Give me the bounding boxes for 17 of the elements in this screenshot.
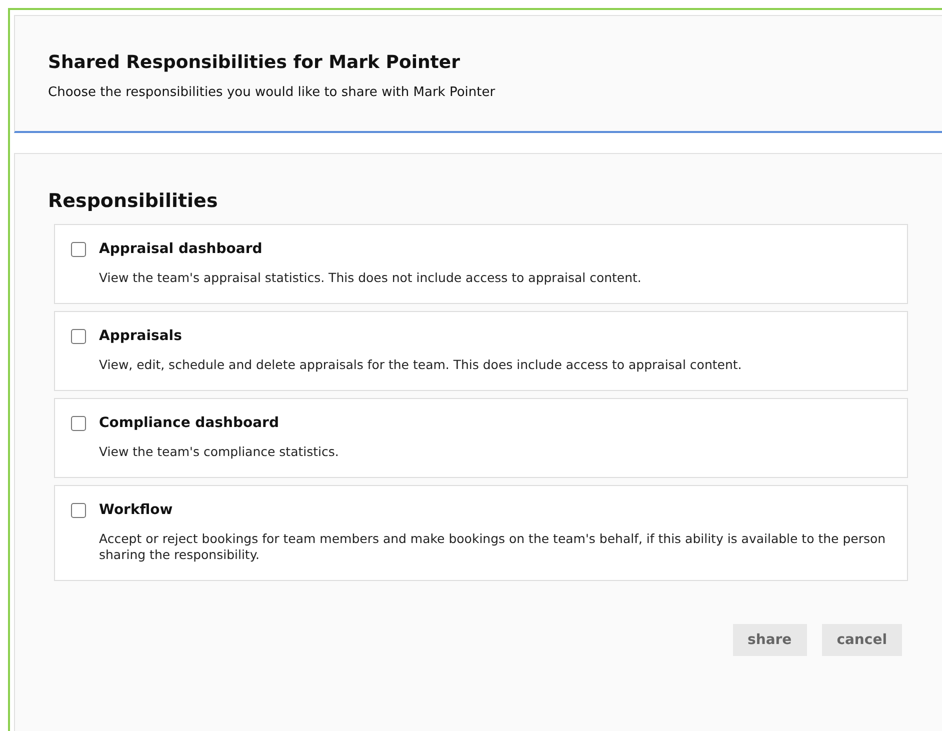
- responsibility-description: View the team's compliance statistics.: [99, 444, 340, 460]
- responsibility-name: Compliance dashboard: [99, 415, 280, 431]
- responsibility-description: View, edit, schedule and delete appraisals for the team. This does include access to appraisal content.: [99, 357, 743, 373]
- checkbox[interactable]: [71, 328, 86, 344]
- checkbox[interactable]: [71, 502, 86, 518]
- share-button[interactable]: share: [732, 624, 807, 656]
- dialog-title: Shared Responsibilities for Mark Pointer: [48, 52, 461, 73]
- dialog-subtitle: Choose the responsibilities you would like to share with Mark Pointer: [48, 85, 496, 100]
- responsibility-description: Accept or reject bookings for team members and make bookings on the team's behalf, if this ability is available to the person sharing the responsibility.: [99, 531, 887, 563]
- checkbox[interactable]: [71, 242, 86, 256]
- responsibility-name: Workflow: [99, 502, 174, 518]
- responsibility-name: Appraisals: [99, 328, 183, 344]
- responsibility-description: View the team's appraisal statistics. This does not include access to appraisal content.: [99, 270, 642, 286]
- cancel-button[interactable]: cancel: [822, 624, 902, 656]
- responsibility-name: Appraisal dashboard: [99, 241, 264, 257]
- checkbox[interactable]: [71, 416, 86, 430]
- section-title: Responsibilities: [48, 190, 219, 212]
